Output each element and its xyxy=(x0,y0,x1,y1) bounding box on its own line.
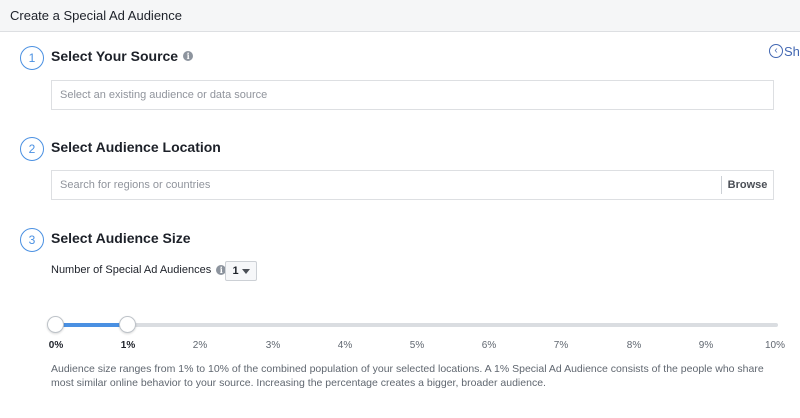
size-slider-end-handle[interactable] xyxy=(119,316,136,333)
slider-tick-label: 5% xyxy=(409,340,425,351)
location-input[interactable] xyxy=(52,171,712,199)
slider-tick-label: 0% xyxy=(48,340,64,351)
source-input[interactable] xyxy=(52,81,773,109)
slider-tick-label: 4% xyxy=(337,340,353,351)
step-1-title: Select Your Source i xyxy=(51,48,194,64)
slider-tick-label: 1% xyxy=(120,340,136,351)
location-input-box[interactable]: Browse xyxy=(51,170,774,200)
slider-tick-label: 6% xyxy=(481,340,497,351)
slider-tick-label: 7% xyxy=(553,340,569,351)
slider-tick-label: 9% xyxy=(698,340,714,351)
source-input-box[interactable] xyxy=(51,80,774,110)
dialog-header: Create a Special Ad Audience xyxy=(0,0,800,32)
info-icon[interactable]: i xyxy=(183,51,194,61)
size-slider-track[interactable] xyxy=(56,323,778,327)
slider-tick-label: 8% xyxy=(626,340,642,351)
audience-count-value: 1 xyxy=(232,265,239,277)
slider-tick-label: 3% xyxy=(265,340,281,351)
chevron-left-circle-icon: ‹ xyxy=(769,44,783,58)
size-slider-start-handle[interactable] xyxy=(47,316,64,333)
size-slider-range xyxy=(56,323,128,327)
audience-count-select[interactable]: 1 xyxy=(225,261,257,281)
caret-down-icon xyxy=(241,268,250,274)
audience-count-label: Number of Special Ad Audiences i xyxy=(51,264,227,276)
show-link[interactable]: ‹ Sh xyxy=(769,43,800,59)
step-2-number: 2 xyxy=(20,137,44,161)
slider-tick-label: 10% xyxy=(764,340,786,351)
step-1-title-text: Select Your Source xyxy=(51,48,179,64)
step-3-title: Select Audience Size xyxy=(51,230,191,246)
slider-tick-label: 2% xyxy=(192,340,208,351)
step-1-number: 1 xyxy=(20,46,44,70)
step-2-title: Select Audience Location xyxy=(51,139,221,155)
step-3-number: 3 xyxy=(20,228,44,252)
show-link-label: Sh xyxy=(784,43,800,59)
step-3-title-text: Select Audience Size xyxy=(51,230,191,246)
step-2-title-text: Select Audience Location xyxy=(51,139,221,155)
audience-size-help-text: Audience size ranges from 1% to 10% of t… xyxy=(51,363,764,389)
dialog-title: Create a Special Ad Audience xyxy=(10,8,183,23)
audience-count-label-text: Number of Special Ad Audiences xyxy=(51,264,212,276)
browse-button[interactable]: Browse xyxy=(721,176,773,194)
